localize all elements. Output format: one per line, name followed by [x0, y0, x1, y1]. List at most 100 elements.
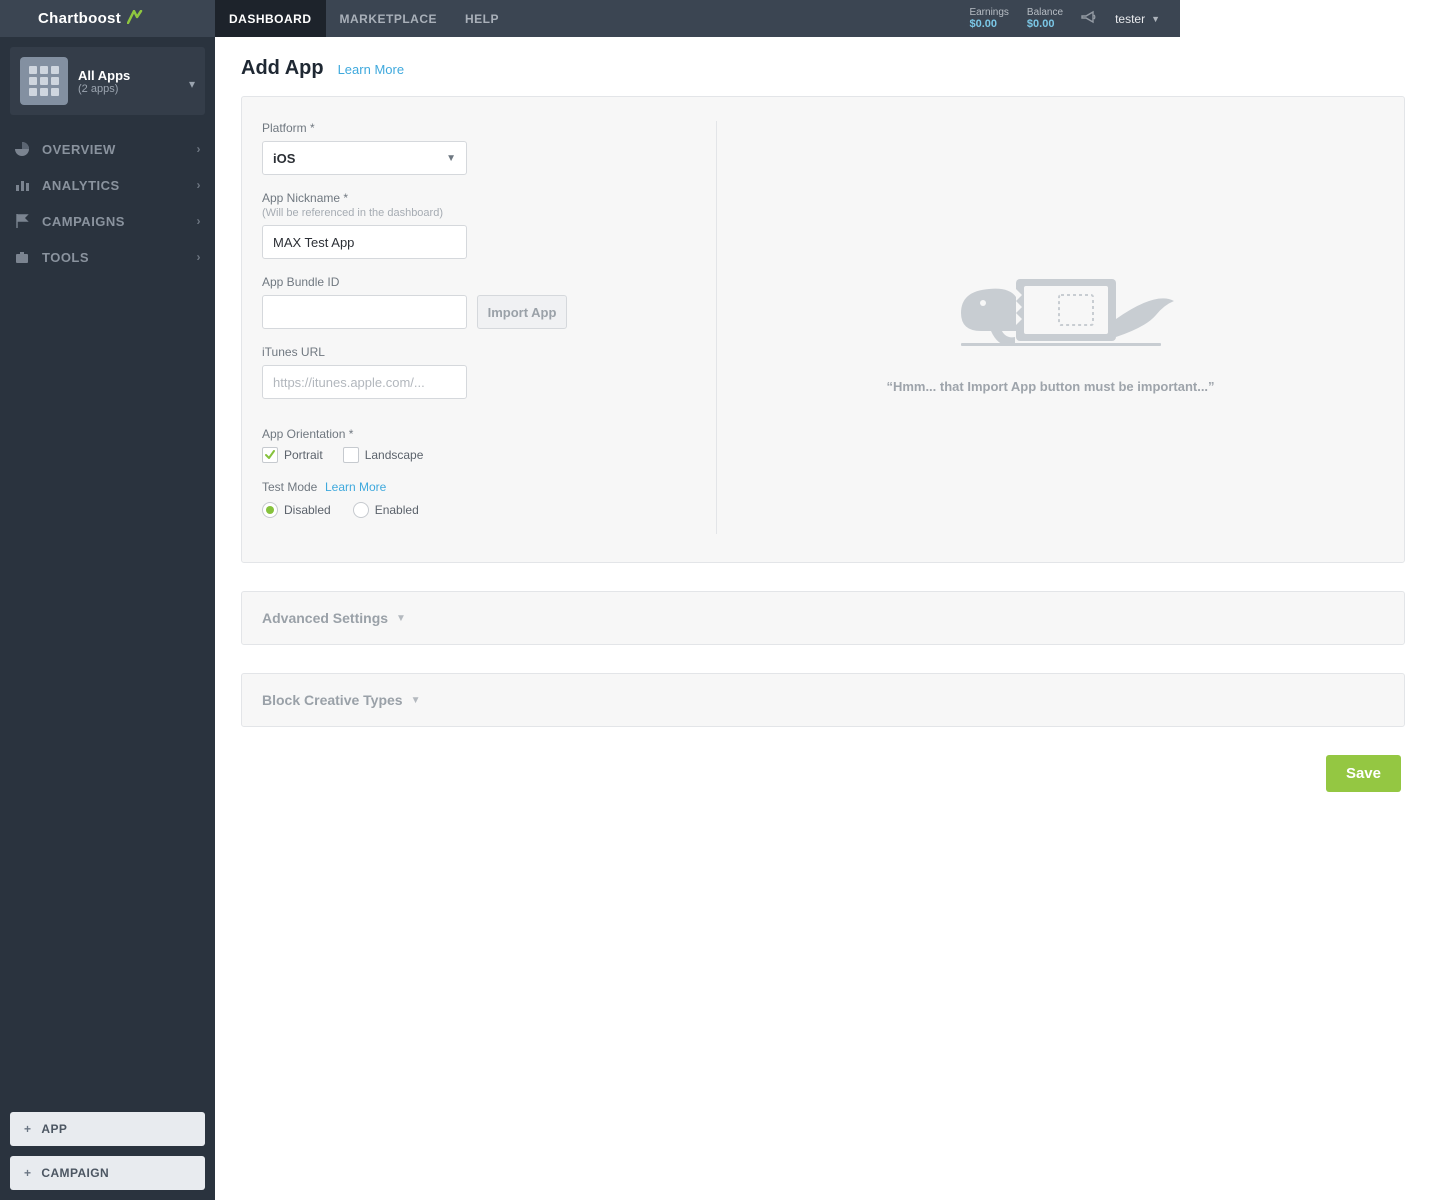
megaphone-icon[interactable]: [1081, 10, 1097, 27]
page-header: Add App Learn More: [241, 57, 1405, 80]
sidebar-item-campaigns[interactable]: CAMPAIGNS ›: [0, 203, 215, 239]
checkbox-unchecked-icon: [343, 447, 359, 463]
chevron-down-icon: ▼: [396, 613, 406, 624]
test-mode-learn-more-link[interactable]: Learn More: [325, 480, 386, 494]
topnav-help[interactable]: HELP: [451, 0, 513, 37]
brand-name: Chartboost: [38, 10, 121, 27]
sidebar-item-label: ANALYTICS: [42, 178, 120, 193]
chevron-right-icon: ›: [197, 250, 202, 264]
test-mode-disabled-radio[interactable]: Disabled: [262, 502, 331, 518]
block-creative-types-title: Block Creative Types: [262, 692, 403, 708]
platform-field: Platform * iOS ▼: [262, 121, 696, 175]
add-campaign-button[interactable]: + CAMPAIGN: [10, 1156, 205, 1190]
sidebar: All Apps (2 apps) ▾ OVERVIEW › ANALYTICS…: [0, 37, 215, 1200]
import-app-button[interactable]: Import App: [477, 295, 567, 329]
illustration-caption: “Hmm... that Import App button must be i…: [886, 379, 1214, 394]
sidebar-footer: + APP + CAMPAIGN: [0, 1112, 215, 1190]
earnings-value: $0.00: [969, 18, 997, 30]
bundle-id-field: App Bundle ID Import App: [262, 275, 696, 329]
page-title: Add App: [241, 57, 324, 80]
sidebar-item-label: OVERVIEW: [42, 142, 116, 157]
radio-selected-icon: [262, 502, 278, 518]
balance-value: $0.00: [1027, 18, 1055, 30]
bundle-id-label: App Bundle ID: [262, 275, 696, 289]
sidebar-item-label: TOOLS: [42, 250, 89, 265]
orientation-portrait-label: Portrait: [284, 448, 323, 462]
chevron-down-icon: ▼: [446, 153, 456, 164]
platform-label: Platform *: [262, 121, 696, 135]
apps-grid-icon: [20, 57, 68, 105]
test-mode-label: Test Mode: [262, 480, 317, 494]
app-switcher[interactable]: All Apps (2 apps) ▾: [10, 47, 205, 115]
orientation-landscape-checkbox[interactable]: Landscape: [343, 447, 424, 463]
add-campaign-label: CAMPAIGN: [41, 1166, 109, 1180]
itunes-url-label: iTunes URL: [262, 345, 696, 359]
topnav-marketplace[interactable]: MARKETPLACE: [326, 0, 452, 37]
chevron-down-icon: ▼: [411, 695, 421, 706]
sidebar-item-analytics[interactable]: ANALYTICS ›: [0, 167, 215, 203]
itunes-url-input-wrap: [262, 365, 467, 399]
bundle-id-input[interactable]: [273, 305, 456, 320]
nickname-input-wrap: [262, 225, 467, 259]
chevron-right-icon: ›: [197, 142, 202, 156]
user-name: tester: [1115, 12, 1145, 26]
sidebar-nav: OVERVIEW › ANALYTICS › CAMPAIGNS ›: [0, 131, 215, 275]
sidebar-item-overview[interactable]: OVERVIEW ›: [0, 131, 215, 167]
balance-label: Balance: [1027, 7, 1063, 18]
checkbox-checked-icon: [262, 447, 278, 463]
orientation-portrait-checkbox[interactable]: Portrait: [262, 447, 323, 463]
topnav-dashboard[interactable]: DASHBOARD: [215, 0, 326, 37]
orientation-label: App Orientation *: [262, 427, 696, 441]
sidebar-item-tools[interactable]: TOOLS ›: [0, 239, 215, 275]
learn-more-link[interactable]: Learn More: [338, 62, 404, 77]
radio-unselected-icon: [353, 502, 369, 518]
briefcase-icon: [14, 249, 30, 265]
test-mode-disabled-label: Disabled: [284, 503, 331, 517]
app-switcher-title: All Apps: [78, 68, 130, 83]
nickname-label: App Nickname *: [262, 191, 696, 205]
advanced-settings-title: Advanced Settings: [262, 610, 388, 626]
itunes-url-input[interactable]: [273, 375, 456, 390]
chevron-down-icon: ▼: [1151, 14, 1160, 24]
brand-logo-icon: [127, 10, 143, 28]
page-pad-right: [1180, 0, 1435, 37]
pie-chart-icon: [14, 141, 30, 157]
plus-icon: +: [24, 1122, 31, 1136]
brand: Chartboost: [0, 0, 215, 37]
bar-chart-icon: [14, 177, 30, 193]
earnings-label: Earnings: [969, 7, 1008, 18]
topbar-right: Earnings $0.00 Balance $0.00 tester ▼: [969, 0, 1180, 37]
advanced-settings-card: Advanced Settings ▼: [241, 591, 1405, 645]
save-row: Save: [241, 755, 1405, 792]
chevron-right-icon: ›: [197, 214, 202, 228]
add-app-label: APP: [41, 1122, 67, 1136]
chevron-down-icon: ▾: [189, 77, 195, 91]
orientation-field: App Orientation * Portrait Landscape: [262, 427, 696, 463]
add-app-button[interactable]: + APP: [10, 1112, 205, 1146]
advanced-settings-toggle[interactable]: Advanced Settings ▼: [262, 610, 1384, 626]
itunes-url-field: iTunes URL: [262, 345, 696, 399]
nickname-sublabel: (Will be referenced in the dashboard): [262, 207, 696, 219]
balance-stat: Balance $0.00: [1027, 7, 1063, 30]
add-app-form-card: Platform * iOS ▼ App Nickname * (Will be…: [241, 96, 1405, 563]
block-creative-types-card: Block Creative Types ▼: [241, 673, 1405, 727]
save-button[interactable]: Save: [1326, 755, 1401, 792]
form-right: “Hmm... that Import App button must be i…: [717, 121, 1384, 534]
platform-select[interactable]: iOS ▼: [262, 141, 467, 175]
orientation-landscape-label: Landscape: [365, 448, 424, 462]
dino-device-illustration-icon: [921, 261, 1181, 361]
top-nav: DASHBOARD MARKETPLACE HELP: [215, 0, 513, 37]
test-mode-enabled-radio[interactable]: Enabled: [353, 502, 419, 518]
nickname-field: App Nickname * (Will be referenced in th…: [262, 191, 696, 259]
test-mode-enabled-label: Enabled: [375, 503, 419, 517]
test-mode-field: Test Mode Learn More Disabled Enabled: [262, 479, 696, 518]
platform-value: iOS: [273, 151, 295, 166]
bundle-id-input-wrap: [262, 295, 467, 329]
flag-icon: [14, 213, 30, 229]
block-creative-types-toggle[interactable]: Block Creative Types ▼: [262, 692, 1384, 708]
form-left: Platform * iOS ▼ App Nickname * (Will be…: [262, 121, 717, 534]
sidebar-item-label: CAMPAIGNS: [42, 214, 125, 229]
nickname-input[interactable]: [273, 235, 456, 250]
chevron-right-icon: ›: [197, 178, 202, 192]
user-menu[interactable]: tester ▼: [1115, 12, 1160, 26]
